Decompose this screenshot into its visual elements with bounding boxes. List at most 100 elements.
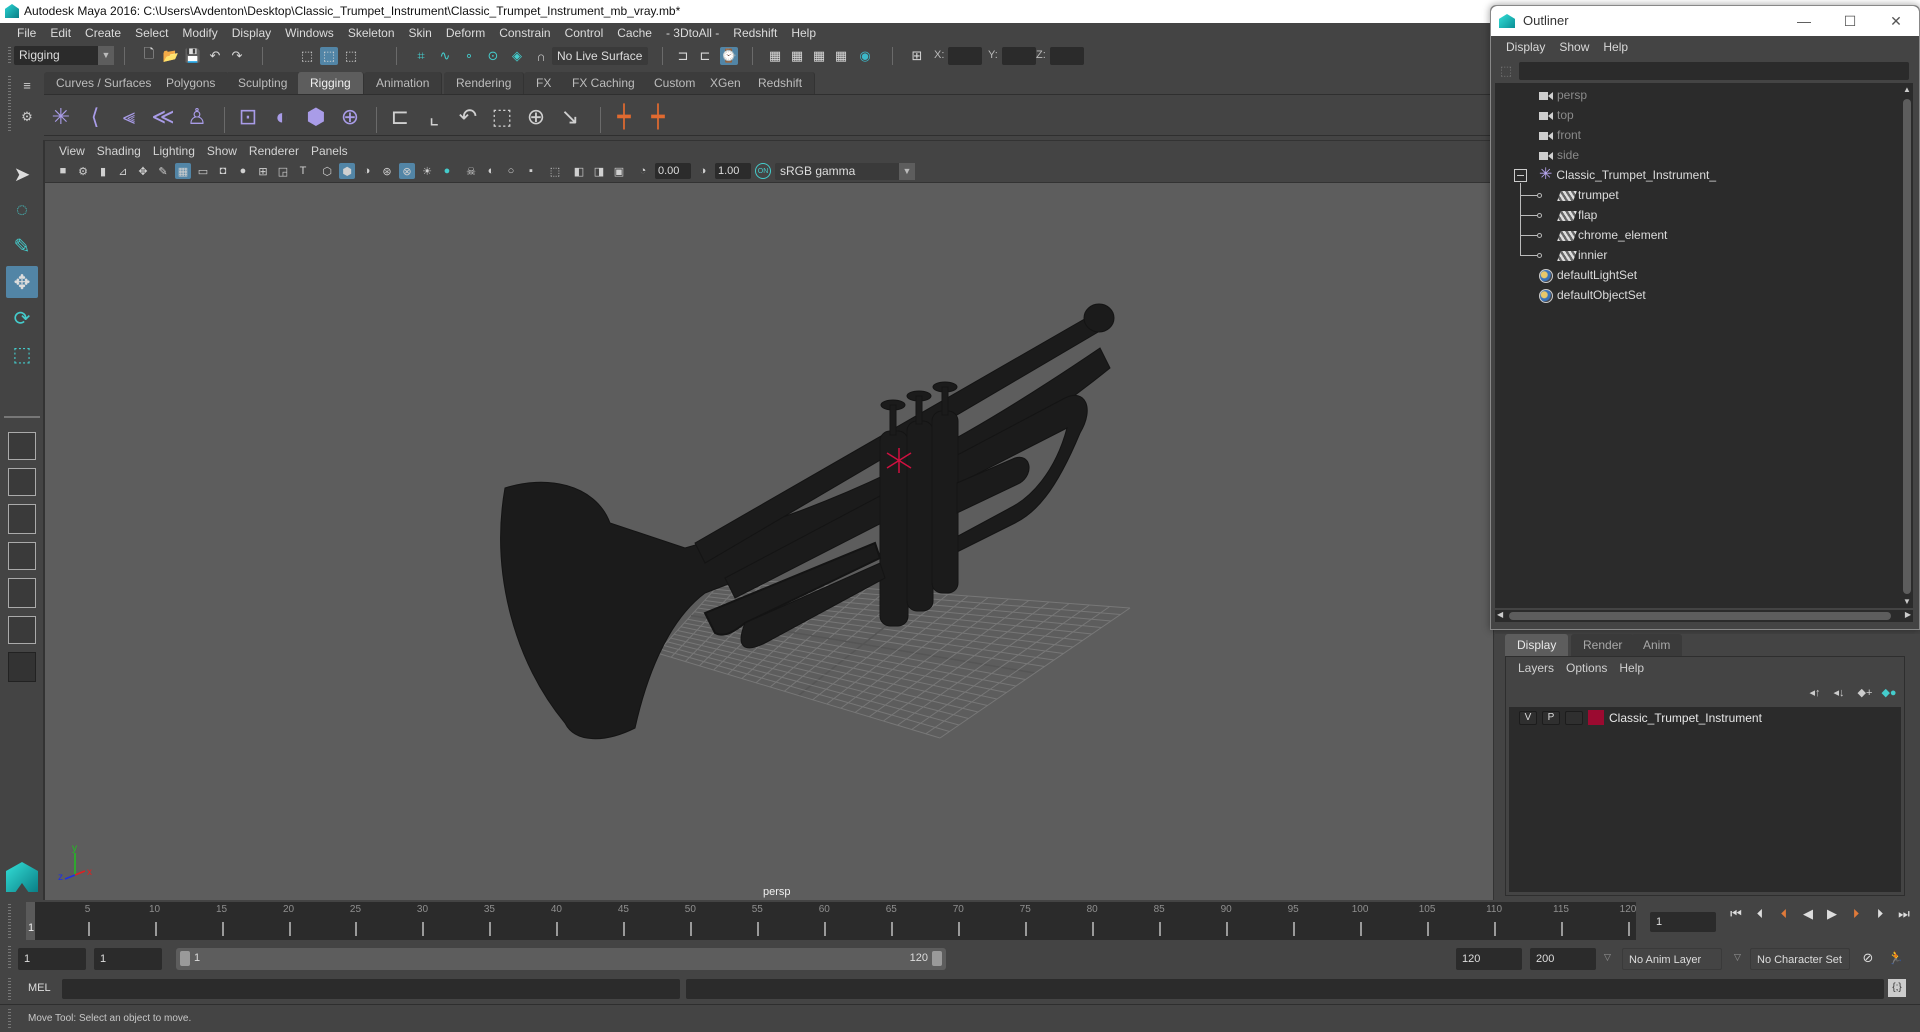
range-end-handle[interactable] (932, 951, 942, 966)
menu-create[interactable]: Create (78, 23, 128, 43)
layer-row[interactable]: V P Classic_Trumpet_Instrument (1509, 707, 1901, 729)
select-camera-icon[interactable]: ■ (55, 163, 71, 179)
insert-joint-icon[interactable]: ≪ (149, 103, 177, 131)
transform-constraint-icon[interactable]: ⊞ (908, 47, 926, 65)
time-slider-track[interactable]: 1 5 10 15 20 25 30 35 40 45 50 55 60 65 70 75 80 85 90 95 1… (26, 902, 1636, 940)
menu-3dtoall[interactable]: - 3DtoAll - (659, 23, 726, 43)
step-forward-frame-icon[interactable]: ⏵ (1870, 904, 1890, 924)
point-constraint-icon[interactable]: ⌞ (420, 103, 448, 131)
outliner-item-innier[interactable]: innier (1557, 245, 1607, 265)
input-ops-icon[interactable]: ⊐ (674, 47, 692, 65)
menu-help[interactable]: Help (784, 23, 823, 43)
outliner-item-front[interactable]: front (1539, 125, 1581, 145)
move-tool-icon[interactable]: ✥ (6, 266, 38, 298)
go-to-end-icon[interactable]: ⏭ (1894, 904, 1914, 924)
menu-deform[interactable]: Deform (439, 23, 492, 43)
render-sequence-icon[interactable]: ▦ (788, 47, 806, 65)
current-frame-field[interactable]: 1 (1650, 912, 1716, 932)
move-layer-down-icon[interactable]: ◂↓ (1830, 683, 1848, 701)
z-field[interactable] (1050, 47, 1084, 65)
outliner-filter-icon[interactable]: ⬚ (1497, 62, 1515, 80)
resolution-gate-icon[interactable]: ◘ (215, 163, 231, 179)
scrollbar-thumb[interactable] (1903, 99, 1911, 594)
depth-of-field-icon[interactable]: ○ (503, 163, 519, 179)
xray-components-icon[interactable]: ◨ (591, 163, 607, 179)
scale-constraint-icon[interactable]: ⬚ (488, 103, 516, 131)
pole-vector-constraint-icon[interactable]: ↘ (556, 103, 584, 131)
menu-windows[interactable]: Windows (278, 23, 341, 43)
single-perspective-layout-icon[interactable] (8, 432, 36, 460)
menu-select[interactable]: Select (128, 23, 175, 43)
wireframe-icon[interactable]: ⬡ (319, 163, 335, 179)
paint-select-tool-icon[interactable]: ✎ (6, 230, 38, 262)
screen-space-ao-icon[interactable]: ● (439, 163, 455, 179)
snap-to-view-plane-icon[interactable]: ⊙ (484, 47, 502, 65)
lasso-tool-icon[interactable]: ◌ (6, 194, 38, 226)
menu-display[interactable]: Display (225, 23, 278, 43)
grid-toggle-icon[interactable]: ▦ (175, 163, 191, 179)
shelf-tabs-menu-icon[interactable]: ≡ (18, 76, 36, 94)
safe-action-icon[interactable]: ◲ (275, 163, 291, 179)
new-scene-icon[interactable]: 🗋 (140, 46, 158, 65)
outliner-item-group[interactable]: ✳ Classic_Trumpet_Instrument_ (1539, 165, 1716, 185)
grease-pencil-icon[interactable]: ✎ (155, 163, 171, 179)
output-ops-icon[interactable]: ⊏ (696, 47, 714, 65)
status-line-grip[interactable] (8, 47, 11, 65)
menu-edit[interactable]: Edit (43, 23, 78, 43)
menu-redshift[interactable]: Redshift (726, 23, 784, 43)
close-icon[interactable]: ✕ (1873, 6, 1919, 36)
step-back-key-icon[interactable]: ⏴ (1774, 904, 1794, 924)
outliner-item-side[interactable]: side (1539, 145, 1579, 165)
select-by-component-icon[interactable]: ⬚ (342, 47, 360, 65)
layer-color-swatch[interactable] (1588, 710, 1604, 725)
command-language-label[interactable]: MEL (28, 982, 51, 994)
go-to-start-icon[interactable]: ⏮ (1726, 904, 1746, 924)
menu-cache[interactable]: Cache (610, 23, 659, 43)
animation-preferences-icon[interactable]: 🏃 (1886, 948, 1906, 968)
scroll-right-icon[interactable]: ▶ (1905, 610, 1911, 619)
auto-key-icon[interactable]: ⊘ (1858, 948, 1878, 968)
shelf-tab-curves-surfaces[interactable]: Curves / Surfaces (44, 72, 165, 94)
aim-constraint-icon[interactable]: ⊕ (522, 103, 550, 131)
character-set-dropdown[interactable]: No Character Set (1750, 948, 1850, 970)
smooth-bind-icon[interactable]: ◐ (268, 103, 296, 131)
make-live-icon[interactable]: ∩ (532, 47, 550, 65)
menu-modify[interactable]: Modify (175, 23, 224, 43)
layer-tab-anim[interactable]: Anim (1631, 634, 1683, 656)
snap-to-grid-icon[interactable]: ⌗ (412, 47, 430, 65)
parent-constraint-icon[interactable]: ⊏ (386, 103, 414, 131)
gamma-field[interactable]: 1.00 (715, 163, 751, 179)
shelf-gear-icon[interactable]: ⚙ (18, 108, 36, 126)
shelf-tab-redshift[interactable]: Redshift (746, 72, 816, 94)
shelf-tab-rigging[interactable]: Rigging (298, 72, 364, 94)
menu-control[interactable]: Control (558, 23, 611, 43)
bookmarks-icon[interactable]: ▮ (95, 163, 111, 179)
layer-display-type-toggle[interactable] (1565, 711, 1583, 725)
layer-name[interactable]: Classic_Trumpet_Instrument (1609, 707, 1762, 729)
shelf-grip[interactable] (8, 76, 11, 132)
viewport-menu-view[interactable]: View (53, 141, 91, 161)
cluster-icon[interactable]: ⊕ (336, 103, 364, 131)
select-by-object-icon[interactable]: ⬚ (320, 47, 338, 65)
command-line-grip[interactable] (8, 978, 11, 1000)
y-field[interactable] (1002, 47, 1036, 65)
outliner-vertical-scrollbar[interactable]: ▲ ▼ (1901, 83, 1913, 608)
layout-more-button[interactable] (8, 652, 36, 682)
viewport-menu-show[interactable]: Show (201, 141, 243, 161)
play-backwards-icon[interactable]: ◀ (1798, 904, 1818, 924)
shelf-tab-rendering[interactable]: Rendering (444, 72, 525, 94)
field-chart-icon[interactable]: ⊞ (255, 163, 271, 179)
motion-blur-icon[interactable]: ☠ (463, 163, 479, 179)
viewport-canvas[interactable]: y x z persp (45, 183, 1493, 901)
anim-layer-dropdown[interactable]: No Anim Layer (1622, 948, 1722, 970)
xray-icon[interactable]: ⬚ (547, 163, 563, 179)
smooth-shade-icon[interactable]: ⬢ (339, 163, 355, 179)
render-current-frame-icon[interactable]: ▦ (766, 47, 784, 65)
scroll-down-icon[interactable]: ▼ (1903, 597, 1911, 606)
range-start-handle[interactable] (180, 951, 190, 966)
multisample-aa-icon[interactable]: ◐ (483, 163, 499, 179)
playback-end-field[interactable]: 120 (1456, 948, 1522, 970)
scrollbar-thumb[interactable] (1509, 612, 1891, 620)
shelf-tab-fx[interactable]: FX (524, 72, 565, 94)
layer-visibility-toggle[interactable]: V (1519, 711, 1537, 725)
